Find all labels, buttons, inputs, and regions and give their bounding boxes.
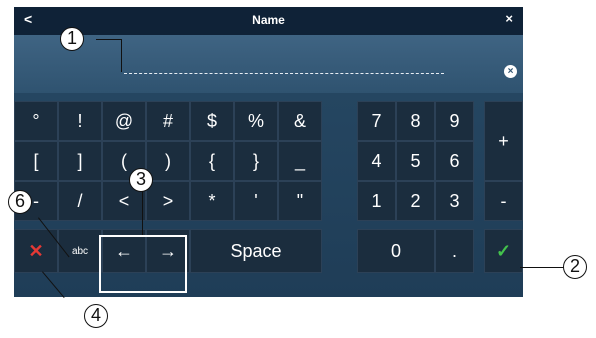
title-bar: < Name × — [14, 7, 523, 35]
key-degree[interactable]: ° — [14, 101, 58, 141]
name-input-field[interactable] — [124, 73, 444, 74]
callout-line-2 — [520, 267, 564, 268]
key-5[interactable]: 5 — [396, 141, 435, 181]
key-ampersand[interactable]: & — [278, 101, 322, 141]
key-right-bracket[interactable]: ] — [58, 141, 102, 181]
key-left-bracket[interactable]: [ — [14, 141, 58, 181]
key-underscore[interactable]: _ — [278, 141, 322, 181]
key-apostrophe[interactable]: ' — [234, 181, 278, 221]
callout-3: 3 — [129, 168, 153, 192]
key-double-quote[interactable]: " — [278, 181, 322, 221]
key-2[interactable]: 2 — [396, 181, 435, 221]
keyboard-dialog: < Name × × ° ! @ # $ % & [ ] ( ) { } _ -… — [14, 7, 523, 297]
callout-line-1b — [121, 39, 122, 72]
key-slash[interactable]: / — [58, 181, 102, 221]
key-hash[interactable]: # — [146, 101, 190, 141]
key-plus[interactable]: + — [484, 101, 523, 181]
space-button[interactable]: Space — [190, 229, 322, 273]
callout-2: 2 — [563, 255, 587, 279]
key-exclamation[interactable]: ! — [58, 101, 102, 141]
key-dot[interactable]: . — [435, 229, 474, 273]
key-0[interactable]: 0 — [357, 229, 435, 273]
close-icon[interactable]: × — [505, 11, 513, 26]
key-3[interactable]: 3 — [435, 181, 474, 221]
callout-4: 4 — [84, 304, 108, 328]
key-percent[interactable]: % — [234, 101, 278, 141]
key-greater-than[interactable]: > — [146, 181, 190, 221]
key-8[interactable]: 8 — [396, 101, 435, 141]
dialog-title: Name — [252, 13, 285, 27]
callout-6: 6 — [8, 190, 32, 214]
clear-icon[interactable]: × — [504, 65, 517, 78]
key-minus[interactable]: - — [484, 181, 523, 221]
green-check-icon: ✓ — [495, 240, 512, 261]
confirm-button[interactable]: ✓ — [484, 229, 523, 273]
key-right-paren[interactable]: ) — [146, 141, 190, 181]
key-right-brace[interactable]: } — [234, 141, 278, 181]
key-6[interactable]: 6 — [435, 141, 474, 181]
key-asterisk[interactable]: * — [190, 181, 234, 221]
keyboard: ° ! @ # $ % & [ ] ( ) { } _ - / < > * ' … — [14, 93, 523, 297]
red-x-icon: ✕ — [28, 240, 44, 261]
arrow-keys-highlight — [99, 235, 187, 293]
key-9[interactable]: 9 — [435, 101, 474, 141]
callout-1: 1 — [60, 27, 84, 51]
key-7[interactable]: 7 — [357, 101, 396, 141]
text-input-area[interactable]: × — [14, 35, 523, 93]
callout-line-1 — [96, 39, 122, 40]
key-4[interactable]: 4 — [357, 141, 396, 181]
key-1[interactable]: 1 — [357, 181, 396, 221]
key-left-brace[interactable]: { — [190, 141, 234, 181]
key-dollar[interactable]: $ — [190, 101, 234, 141]
key-at[interactable]: @ — [102, 101, 146, 141]
